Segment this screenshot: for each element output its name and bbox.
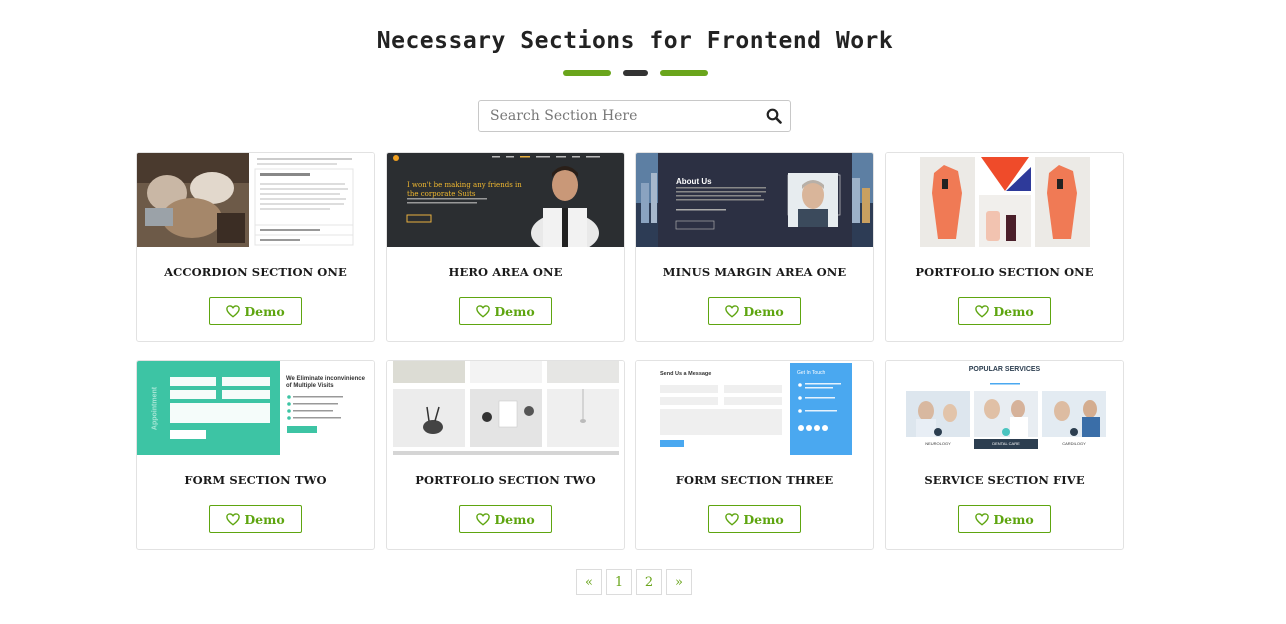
demo-button[interactable]: Demo — [209, 505, 302, 533]
heart-icon — [725, 304, 740, 318]
demo-label: Demo — [743, 511, 784, 527]
heart-icon — [975, 304, 990, 318]
hero-headline: I won't be making any friends in the cor… — [407, 181, 522, 198]
demo-button[interactable]: Demo — [459, 297, 552, 325]
demo-label: Demo — [494, 511, 535, 527]
search-input[interactable] — [479, 101, 771, 131]
heart-icon — [725, 512, 740, 526]
pagination-page-2[interactable]: 2 — [636, 569, 662, 595]
section-card: PORTFOLIO SECTION TWO Demo — [386, 360, 625, 550]
card-thumbnail — [886, 153, 1123, 247]
section-card: POPULAR SERVICES NEUROLOGY DENTAL CARE C… — [885, 360, 1124, 550]
card-title: MINUS MARGIN AREA ONE — [662, 265, 847, 279]
demo-button[interactable]: Demo — [958, 297, 1051, 325]
heart-icon — [476, 512, 491, 526]
heart-icon — [476, 304, 491, 318]
demo-button[interactable]: Demo — [708, 505, 801, 533]
demo-label: Demo — [993, 511, 1034, 527]
heart-icon — [226, 512, 241, 526]
card-title: HERO AREA ONE — [448, 265, 563, 279]
about-heading: About Us — [676, 177, 712, 186]
heart-icon — [975, 512, 990, 526]
form-side-label: Appointment — [151, 386, 159, 431]
card-thumbnail — [387, 361, 624, 455]
page-title: Necessary Sections for Frontend Work — [376, 28, 894, 54]
card-thumbnail: Appointment We Eliminate inconvinience o… — [137, 361, 374, 455]
demo-label: Demo — [494, 303, 535, 319]
demo-button[interactable]: Demo — [459, 505, 552, 533]
search-icon[interactable] — [766, 108, 782, 124]
service-label-2: DENTAL CARE — [992, 441, 1020, 446]
demo-label: Demo — [244, 303, 285, 319]
demo-label: Demo — [993, 303, 1034, 319]
card-title: FORM SECTION THREE — [675, 473, 834, 487]
demo-button[interactable]: Demo — [209, 297, 302, 325]
card-thumbnail: About Us — [636, 153, 873, 247]
section-card: Appointment We Eliminate inconvinience o… — [136, 360, 375, 550]
section-card: PORTFOLIO SECTION ONE Demo — [885, 152, 1124, 342]
pagination-prev[interactable]: « — [576, 569, 602, 595]
section-card: I won't be making any friends in the cor… — [386, 152, 625, 342]
search-box — [478, 100, 791, 132]
card-thumbnail: Send Us a Message Get In Touch — [636, 361, 873, 455]
section-card: ACCORDION SECTION ONE Demo — [136, 152, 375, 342]
form-heading: We Eliminate inconvinience of Multiple V… — [286, 376, 365, 389]
card-title: PORTFOLIO SECTION ONE — [915, 265, 1094, 279]
pagination-next[interactable]: » — [666, 569, 692, 595]
card-thumbnail — [137, 153, 374, 247]
service-heading: POPULAR SERVICES — [968, 366, 1041, 373]
heart-icon — [226, 304, 241, 318]
form3-heading: Send Us a Message — [660, 371, 712, 377]
card-thumbnail: POPULAR SERVICES NEUROLOGY DENTAL CARE C… — [886, 361, 1123, 455]
demo-label: Demo — [743, 303, 784, 319]
demo-button[interactable]: Demo — [708, 297, 801, 325]
demo-label: Demo — [244, 511, 285, 527]
pagination-page-1[interactable]: 1 — [606, 569, 632, 595]
form3-side-heading: Get In Touch — [797, 370, 826, 376]
card-title: PORTFOLIO SECTION TWO — [415, 473, 596, 487]
card-thumbnail: I won't be making any friends in the cor… — [387, 153, 624, 247]
service-label-3: CARDILOGY — [1062, 441, 1086, 446]
demo-button[interactable]: Demo — [958, 505, 1051, 533]
card-title: SERVICE SECTION FIVE — [924, 473, 1085, 487]
section-card: Send Us a Message Get In Touch FORM SECT… — [635, 360, 874, 550]
card-title: ACCORDION SECTION ONE — [164, 265, 347, 279]
card-title: FORM SECTION TWO — [184, 473, 327, 487]
service-label-1: NEUROLOGY — [925, 441, 951, 446]
section-card: About Us MINUS MARGIN AREA ONE Demo — [635, 152, 874, 342]
